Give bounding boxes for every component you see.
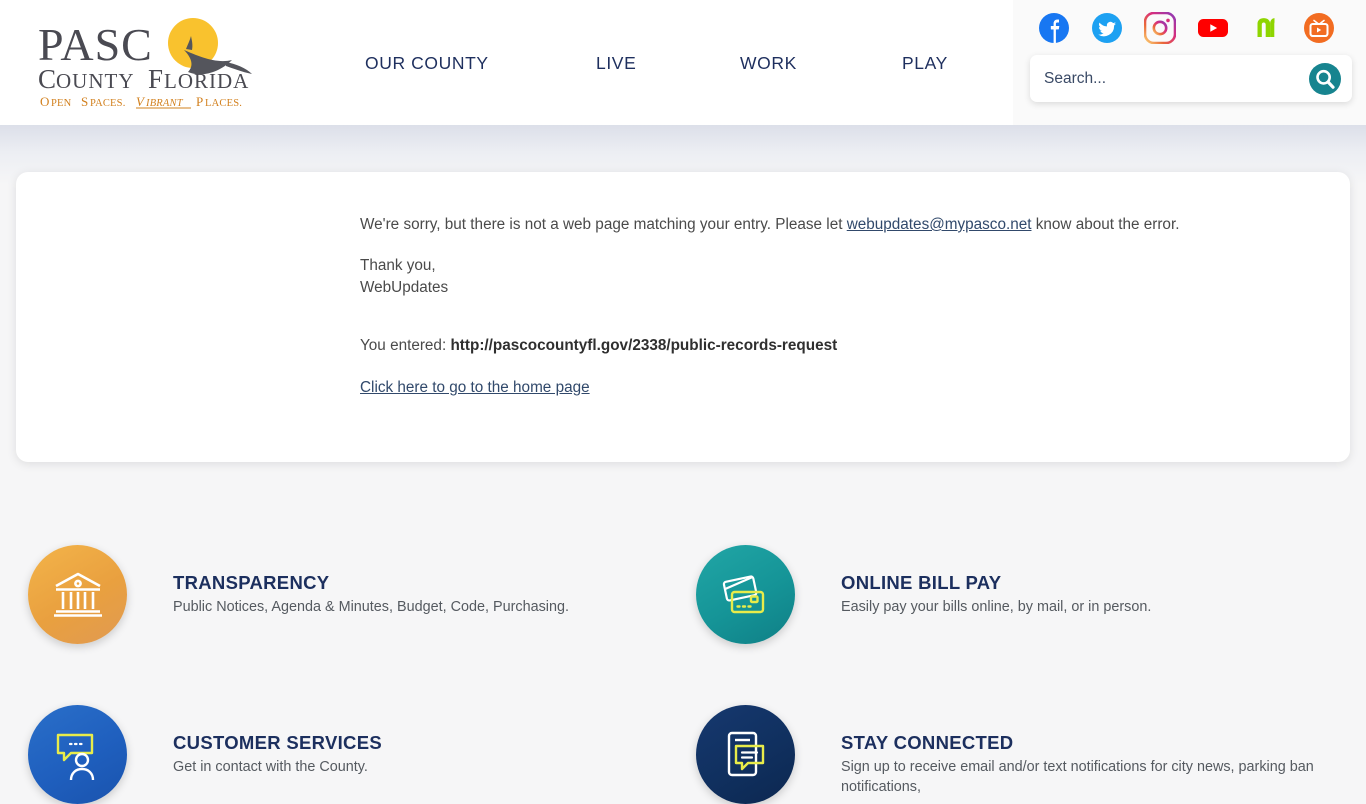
webupdates-email-link[interactable]: webupdates@mypasco.net	[847, 216, 1032, 233]
error-message: We're sorry, but there is not a web page…	[360, 214, 1260, 237]
quick-link-title: STAY CONNECTED	[841, 732, 1014, 753]
error-text-after: know about the error.	[1031, 216, 1180, 233]
nextdoor-icon[interactable]	[1250, 12, 1282, 44]
svg-text:OUNTY: OUNTY	[56, 69, 135, 93]
svg-text:S: S	[81, 94, 88, 109]
entered-url: http://pascocountyfl.gov/2338/public-rec…	[450, 337, 838, 354]
quick-link-transparency[interactable]: TRANSPARENCY Public Notices, Agenda & Mi…	[28, 545, 569, 644]
search-input[interactable]	[1044, 58, 1294, 99]
quick-link-stay-connected[interactable]: STAY CONNECTED Sign up to receive email …	[696, 705, 1366, 804]
notification-device-icon	[696, 705, 795, 804]
courthouse-icon	[28, 545, 127, 644]
instagram-icon[interactable]	[1144, 12, 1176, 44]
pasco-tv-icon[interactable]	[1303, 12, 1335, 44]
nav-item-live[interactable]: LIVE	[596, 53, 636, 74]
quick-link-description: Easily pay your bills online, by mail, o…	[841, 599, 1152, 616]
quick-link-customer-services[interactable]: CUSTOMER SERVICES Get in contact with th…	[28, 705, 382, 804]
quick-link-title: ONLINE BILL PAY	[841, 572, 1002, 593]
quick-link-title: TRANSPARENCY	[173, 572, 330, 593]
quick-link-text: STAY CONNECTED Sign up to receive email …	[841, 705, 1366, 797]
social-links	[1038, 12, 1335, 44]
quick-link-online-bill-pay[interactable]: ONLINE BILL PAY Easily pay your bills on…	[696, 545, 1151, 644]
quick-link-description: Sign up to receive email and/or text not…	[841, 759, 1314, 795]
svg-text:P: P	[196, 94, 203, 109]
error-text-before: We're sorry, but there is not a web page…	[360, 216, 847, 233]
quick-link-text: ONLINE BILL PAY Easily pay your bills on…	[841, 545, 1151, 618]
site-header: PASC C OUNTY F LORIDA O PEN S PACES. V I…	[0, 0, 1366, 125]
error-message-block: We're sorry, but there is not a web page…	[360, 214, 1260, 300]
svg-text:PACES.: PACES.	[90, 98, 126, 109]
svg-text:V: V	[136, 94, 146, 109]
svg-text:O: O	[40, 94, 50, 109]
home-page-link[interactable]: Click here to go to the home page	[360, 379, 590, 397]
twitter-icon[interactable]	[1091, 12, 1123, 44]
credit-cards-icon	[696, 545, 795, 644]
thanks-block: Thank you, WebUpdates	[360, 255, 1260, 300]
svg-text:C: C	[38, 64, 57, 94]
thanks-line-1: Thank you,	[360, 256, 436, 274]
main-navigation: OUR COUNTY LIVE WORK PLAY	[340, 48, 980, 78]
quick-link-text: TRANSPARENCY Public Notices, Agenda & Mi…	[173, 545, 569, 618]
svg-text:LACES.: LACES.	[205, 98, 242, 109]
nav-item-play[interactable]: PLAY	[902, 53, 948, 74]
svg-text:PEN: PEN	[51, 98, 72, 109]
svg-text:IBRANT: IBRANT	[145, 98, 184, 109]
quick-link-title: CUSTOMER SERVICES	[173, 732, 382, 753]
facebook-icon[interactable]	[1038, 12, 1070, 44]
pasco-county-logo[interactable]: PASC C OUNTY F LORIDA O PEN S PACES. V I…	[36, 16, 266, 110]
nav-item-work[interactable]: WORK	[740, 53, 797, 74]
search-bar[interactable]	[1030, 55, 1352, 102]
quick-link-text: CUSTOMER SERVICES Get in contact with th…	[173, 705, 382, 778]
svg-text:PASC: PASC	[38, 19, 153, 70]
entered-url-line: You entered: http://pascocountyfl.gov/23…	[360, 337, 837, 355]
quick-link-description: Public Notices, Agenda & Minutes, Budget…	[173, 599, 569, 616]
entered-label: You entered:	[360, 337, 451, 354]
nav-item-our-county[interactable]: OUR COUNTY	[365, 53, 489, 74]
thanks-line-2: WebUpdates	[360, 279, 449, 297]
error-content-card: We're sorry, but there is not a web page…	[16, 172, 1350, 462]
svg-text:F: F	[148, 64, 163, 94]
search-submit-button[interactable]	[1308, 62, 1342, 96]
chat-person-icon	[28, 705, 127, 804]
search-icon	[1309, 62, 1341, 95]
youtube-icon[interactable]	[1197, 12, 1229, 44]
